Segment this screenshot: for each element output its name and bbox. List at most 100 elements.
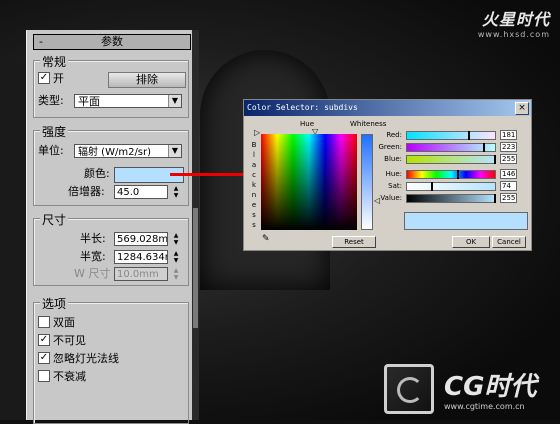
- chevron-down-icon[interactable]: ▼: [168, 95, 181, 107]
- half-length-label: 半长:: [80, 232, 106, 245]
- w-size-spinner: ▲ ▼: [173, 267, 179, 281]
- half-length-spinner[interactable]: ▲ ▼: [172, 232, 180, 246]
- ok-button[interactable]: OK: [452, 236, 490, 248]
- ignore-light-normals-label: 忽略灯光法线: [53, 352, 119, 365]
- blackness-label: B l a c k n e s s: [250, 140, 258, 230]
- bottom-logo-url: www.cgtime.com.cn: [444, 402, 525, 411]
- blue-slider-handle[interactable]: [494, 155, 496, 164]
- cg-logo-icon: [384, 364, 434, 414]
- blackness-letter: s: [252, 221, 256, 229]
- w-size-input: 10.0mm: [114, 267, 168, 281]
- hue-blackness-picker[interactable]: [261, 134, 357, 230]
- parameters-rollout: - 参数 常规 ✓ 开 排除 类型: 平面 ▼ 强度 单位: 辐射 (W/m2/s…: [26, 30, 193, 424]
- blackness-pointer-icon[interactable]: ▷: [254, 128, 260, 137]
- rollout-toggle[interactable]: -: [39, 35, 43, 49]
- top-logo-url: www.hxsd.com: [477, 30, 550, 39]
- cancel-button[interactable]: Cancel: [492, 236, 526, 248]
- type-dropdown[interactable]: 平面 ▼: [74, 94, 182, 108]
- blackness-letter: B: [251, 141, 257, 149]
- blackness-letter: l: [253, 151, 255, 159]
- close-icon[interactable]: ×: [515, 102, 529, 115]
- exclude-button[interactable]: 排除: [108, 72, 186, 88]
- sat-value[interactable]: 74: [500, 181, 517, 191]
- multiplier-label: 倍增器:: [68, 185, 105, 198]
- value-slider-handle[interactable]: [494, 194, 496, 203]
- intensity-group-title: 强度: [40, 123, 69, 140]
- options-group: 选项 双面 ✓ 不可见 ✓ 忽略灯光法线 不衰减: [33, 295, 189, 424]
- blackness-letter: s: [252, 211, 256, 219]
- scrollbar-thumb[interactable]: [193, 208, 198, 328]
- chevron-down-icon[interactable]: ▼: [168, 145, 181, 157]
- top-logo: 火星时代 www.hxsd.com: [478, 6, 550, 39]
- sat-label: Sat:: [388, 182, 402, 190]
- double-sided-label: 双面: [53, 316, 75, 329]
- color-label: 颜色:: [84, 167, 110, 180]
- type-label: 类型:: [38, 94, 64, 107]
- double-sided-checkbox[interactable]: [38, 316, 50, 328]
- blue-label: Blue:: [384, 155, 402, 163]
- red-label: Red:: [386, 131, 402, 139]
- sat-slider-handle[interactable]: [431, 182, 433, 191]
- invisible-checkbox[interactable]: ✓: [38, 334, 50, 346]
- hue-value[interactable]: 146: [500, 169, 517, 179]
- general-group-title: 常规: [40, 53, 69, 70]
- hue-label: Hue:: [385, 170, 402, 178]
- intensity-group: 强度 单位: 辐射 (W/m2/sr) ▼ 颜色: 倍增器: 45.0 ▲ ▼: [33, 123, 189, 206]
- size-group: 尺寸 半长: 569.028m ▲ ▼ 半宽: 1284.634r ▲ ▼ W 尺寸…: [33, 211, 189, 286]
- options-group-title: 选项: [40, 295, 69, 312]
- whiteness-strip[interactable]: [361, 134, 373, 230]
- value-slider[interactable]: [406, 194, 496, 203]
- on-checkbox[interactable]: ✓: [38, 72, 50, 84]
- color-preview: [404, 212, 528, 230]
- rollout-scrollbar[interactable]: [192, 30, 199, 420]
- no-decay-label: 不衰减: [53, 370, 86, 383]
- invisible-row[interactable]: ✓ 不可见: [38, 333, 86, 349]
- no-decay-checkbox[interactable]: [38, 370, 50, 382]
- half-width-label: 半宽:: [80, 250, 106, 263]
- top-logo-brand: 火星时代: [481, 10, 550, 29]
- bottom-logo: CG时代 www.cgtime.com.cn: [384, 364, 554, 416]
- no-decay-row[interactable]: 不衰减: [38, 369, 86, 385]
- half-width-spinner[interactable]: ▲ ▼: [172, 250, 180, 264]
- red-slider[interactable]: [406, 131, 496, 140]
- ignore-light-normals-checkbox[interactable]: ✓: [38, 352, 50, 364]
- blue-value[interactable]: 255: [500, 154, 517, 164]
- unit-dropdown[interactable]: 辐射 (W/m2/sr) ▼: [74, 144, 182, 158]
- on-checkbox-row[interactable]: ✓ 开: [38, 71, 64, 87]
- blackness-letter: c: [252, 171, 256, 179]
- bottom-logo-brand: CG时代: [444, 372, 537, 402]
- invisible-label: 不可见: [53, 334, 86, 347]
- unit-label: 单位:: [38, 144, 64, 157]
- size-group-title: 尺寸: [40, 211, 69, 228]
- unit-dropdown-value: 辐射 (W/m2/sr): [78, 147, 152, 158]
- rollout-header[interactable]: - 参数: [33, 34, 191, 50]
- on-label: 开: [53, 72, 64, 85]
- sat-slider[interactable]: [406, 182, 496, 191]
- type-dropdown-value: 平面: [78, 95, 100, 108]
- whiteness-header: Whiteness: [350, 120, 387, 128]
- value-value[interactable]: 255: [500, 193, 517, 203]
- blackness-letter: a: [251, 161, 257, 169]
- red-value[interactable]: 181: [500, 130, 517, 140]
- w-size-label: W 尺寸: [74, 267, 111, 280]
- hue-slider[interactable]: [406, 170, 496, 179]
- half-length-input[interactable]: 569.028m: [114, 232, 168, 246]
- dialog-title: Color Selector: subdivs: [244, 100, 531, 116]
- green-value[interactable]: 223: [500, 142, 517, 152]
- double-sided-row[interactable]: 双面: [38, 315, 75, 331]
- multiplier-spinner[interactable]: ▲ ▼: [172, 185, 180, 199]
- reset-button[interactable]: Reset: [332, 236, 376, 248]
- blue-slider[interactable]: [406, 155, 496, 164]
- blackness-letter: n: [251, 191, 257, 199]
- half-width-input[interactable]: 1284.634r: [114, 250, 168, 264]
- red-slider-handle[interactable]: [468, 131, 470, 140]
- ignore-light-normals-row[interactable]: ✓ 忽略灯光法线: [38, 351, 119, 367]
- eyedropper-icon[interactable]: ✎: [262, 234, 270, 244]
- green-label: Green:: [378, 143, 402, 151]
- multiplier-input[interactable]: 45.0: [114, 185, 168, 199]
- general-group: 常规 ✓ 开 排除 类型: 平面 ▼: [33, 53, 189, 118]
- hue-slider-handle[interactable]: [457, 170, 459, 179]
- blackness-letter: e: [251, 201, 257, 209]
- color-selector-dialog: Color Selector: subdivs × Hue Whiteness …: [243, 99, 532, 251]
- green-slider-handle[interactable]: [483, 143, 485, 152]
